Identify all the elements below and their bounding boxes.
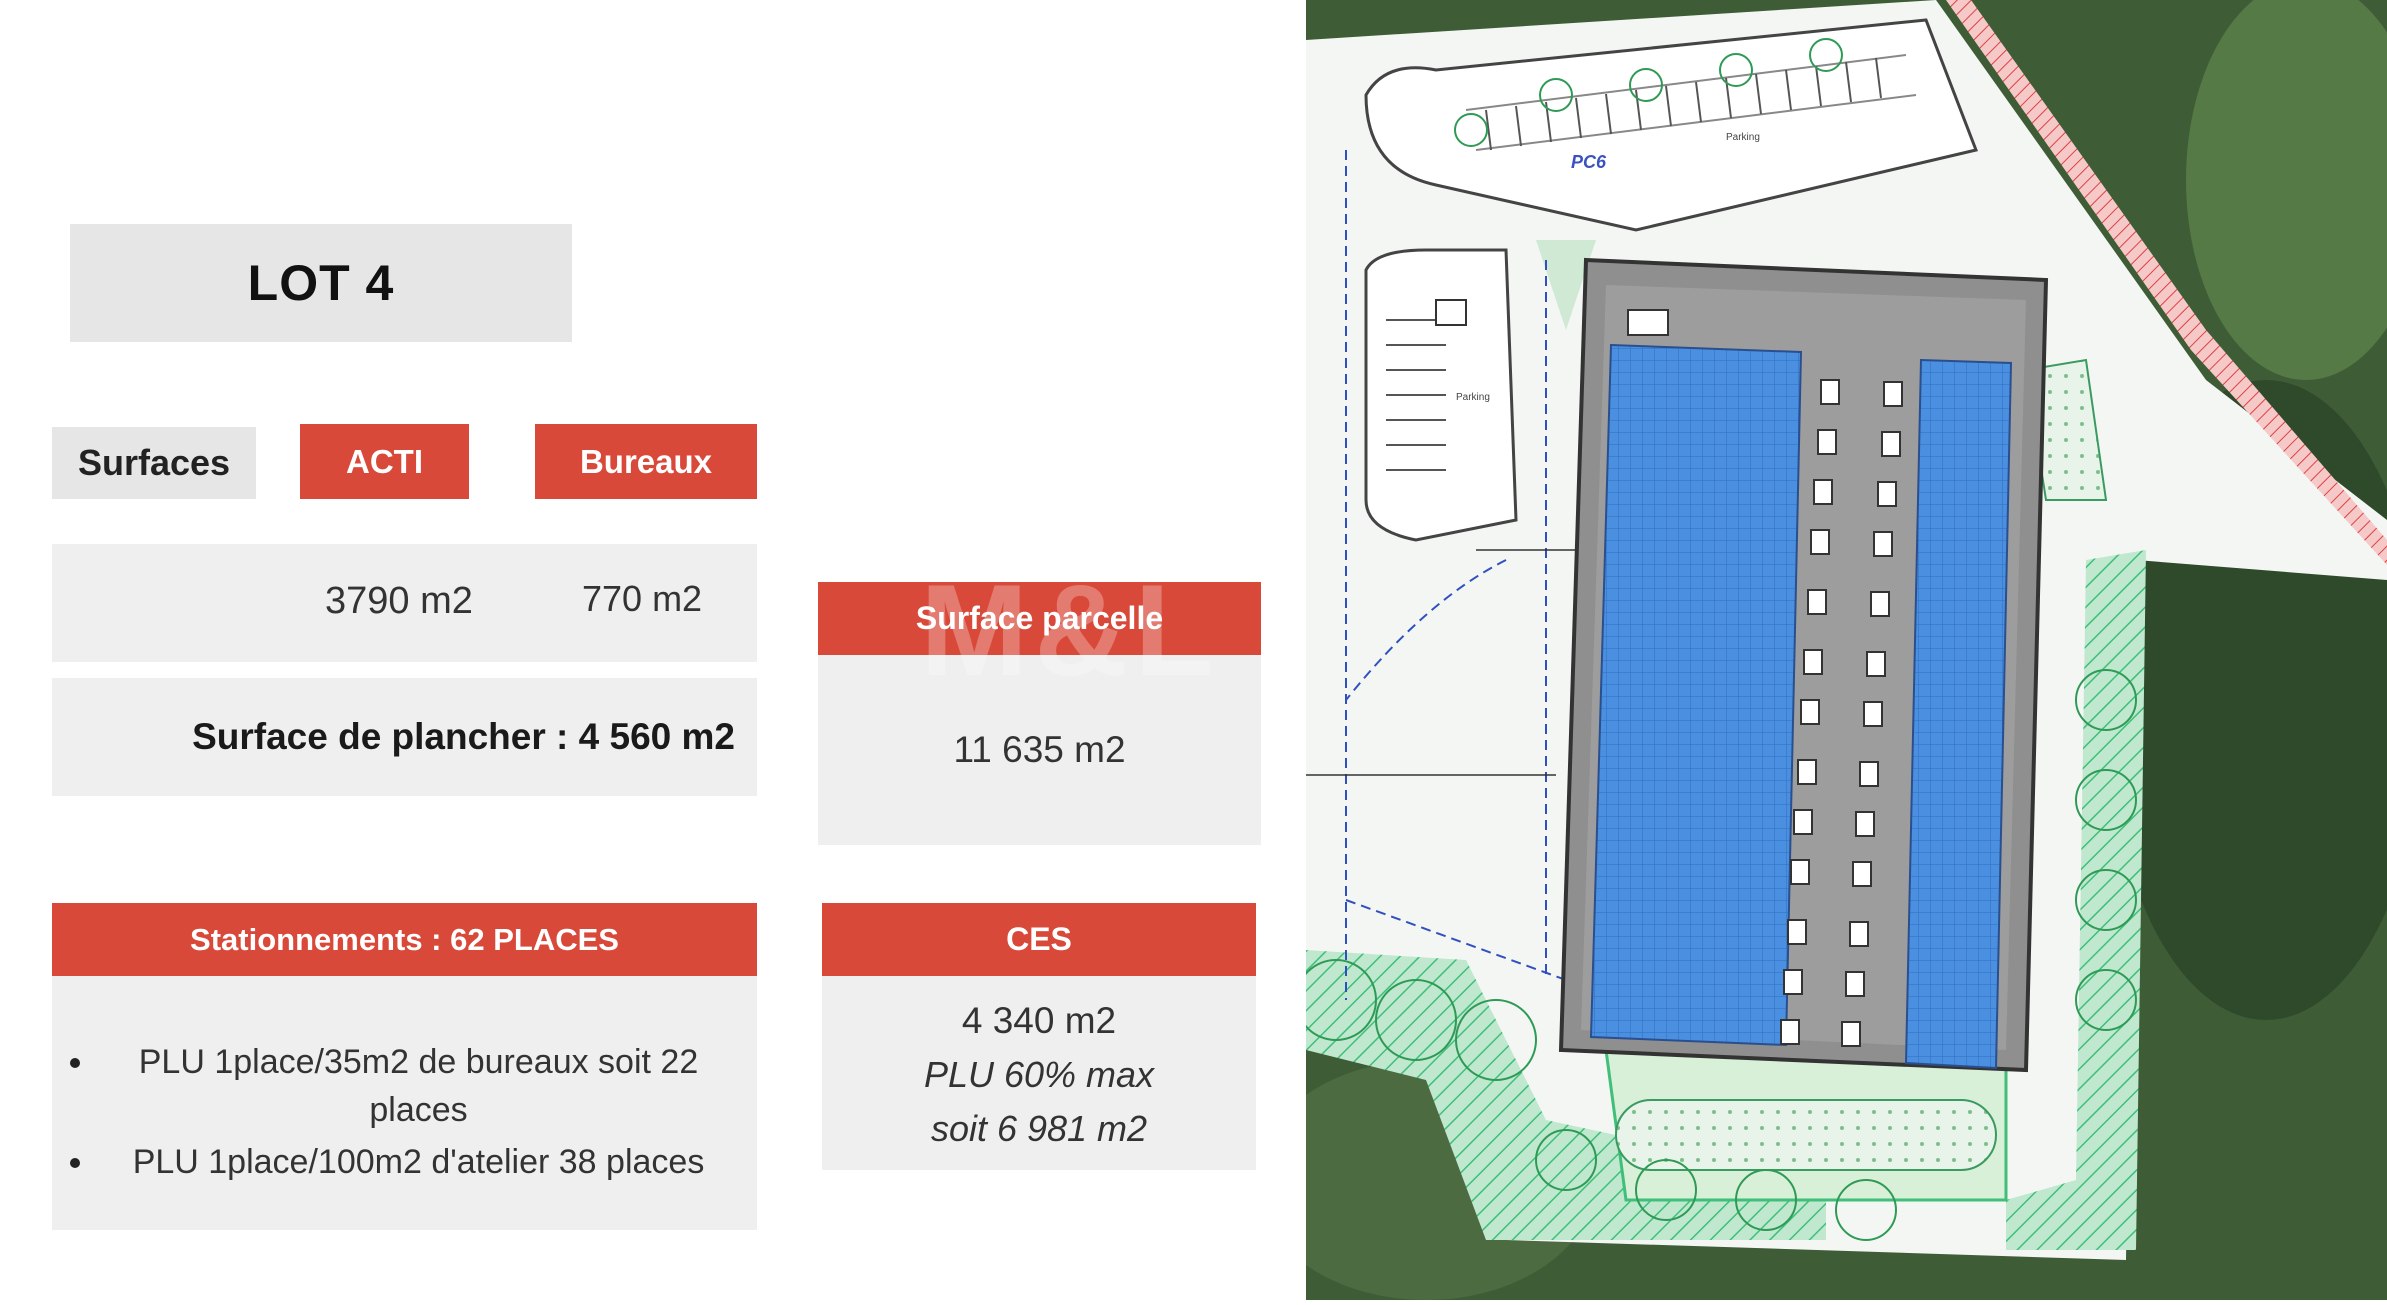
plan-label-parking-top: Parking: [1726, 132, 1760, 143]
bureaux-value: 770 m2: [582, 578, 703, 619]
ces-header: CES: [822, 903, 1256, 976]
surface-parcelle-header: Surface parcelle: [818, 582, 1261, 655]
bureaux-tag: Bureaux: [535, 424, 757, 499]
plan-label-pc6: PC6: [1571, 152, 1607, 172]
plan-label-parking-left: Parking: [1456, 392, 1490, 403]
surfaces-label: Surfaces: [52, 427, 256, 499]
ces-value: 4 340 m2: [961, 1000, 1117, 1041]
surface-parcelle-value: 11 635 m2: [818, 655, 1261, 845]
surface-values-row: 3790 m2 770 m2: [52, 544, 757, 662]
surface-plancher: Surface de plancher : 4 560 m2: [52, 678, 757, 796]
info-panel: LOT 4 Surfaces ACTI Bureaux 3790 m2 770 …: [0, 0, 1306, 1300]
lot-title-box: LOT 4: [70, 224, 572, 342]
solar-panels-east: [1904, 358, 2013, 1070]
acti-value: 3790 m2: [325, 580, 473, 622]
solar-panels-west: [1589, 343, 1803, 1047]
stationnements-header: Stationnements : 62 PLACES: [52, 903, 757, 976]
lot-title: LOT 4: [247, 255, 395, 311]
site-plan-map: PC6 Parking Parking: [1256, 0, 2387, 1300]
stationnements-body: PLU 1place/35m2 de bureaux soit 22 place…: [52, 976, 757, 1230]
site-plan-svg: PC6 Parking Parking: [1256, 0, 2387, 1300]
ces-plu: PLU 60% max: [923, 1054, 1155, 1095]
list-item: PLU 1place/100m2 d'atelier 38 places: [52, 1138, 757, 1186]
infiltration-basin-south: [1615, 1099, 1997, 1171]
ces-soit: soit 6 981 m2: [930, 1108, 1148, 1149]
list-item: PLU 1place/35m2 de bureaux soit 22 place…: [52, 1038, 757, 1134]
stationnements-list: PLU 1place/35m2 de bureaux soit 22 place…: [52, 1038, 757, 1186]
ces-body: 4 340 m2 PLU 60% max soit 6 981 m2: [822, 976, 1256, 1170]
acti-tag: ACTI: [300, 424, 469, 499]
